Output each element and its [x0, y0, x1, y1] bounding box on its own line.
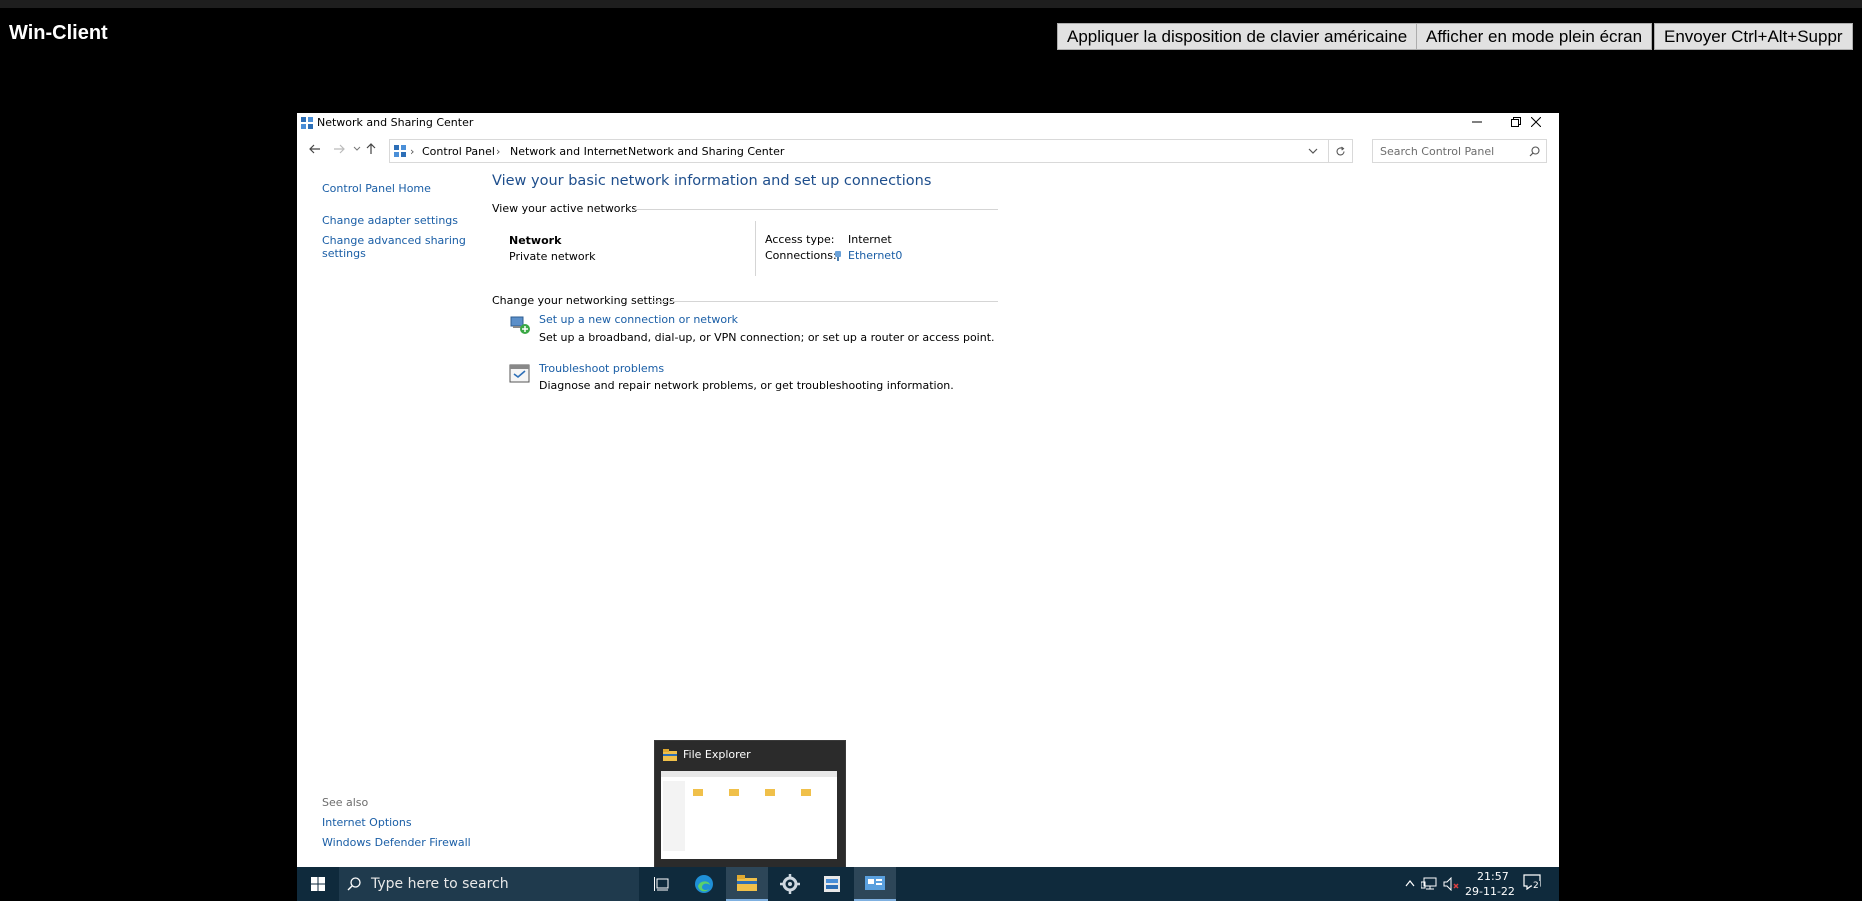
- network-tray-icon[interactable]: [1421, 877, 1437, 891]
- file-explorer-preview[interactable]: File Explorer: [654, 740, 846, 869]
- action-center-button[interactable]: 2: [1523, 874, 1545, 894]
- control-panel-home-link[interactable]: Control Panel Home: [322, 182, 431, 195]
- ethernet0-link[interactable]: Ethernet0: [848, 249, 902, 262]
- active-networks-label: View your active networks: [492, 202, 638, 215]
- control-panel-icon: [301, 117, 313, 129]
- close-button[interactable]: [1516, 113, 1556, 133]
- fullscreen-button[interactable]: Afficher en mode plein écran: [1416, 23, 1653, 50]
- refresh-button[interactable]: [1329, 139, 1353, 163]
- back-arrow-icon[interactable]: [309, 143, 321, 155]
- internet-options-link[interactable]: Internet Options: [322, 816, 412, 829]
- refresh-icon: [1336, 146, 1345, 156]
- breadcrumb-network-sharing[interactable]: Network and Sharing Center: [628, 145, 784, 158]
- network-type[interactable]: Private network: [509, 250, 596, 263]
- chevron-right-icon: ›: [410, 145, 415, 158]
- access-type-label: Access type:: [765, 233, 835, 246]
- start-button[interactable]: [297, 867, 339, 901]
- ethernet-icon: [835, 251, 841, 261]
- chevron-up-icon[interactable]: [1405, 879, 1415, 887]
- setup-new-connection-link[interactable]: Set up a new connection or network: [539, 313, 738, 326]
- minimize-icon: [1472, 121, 1482, 123]
- address-bar[interactable]: › Control Panel › Network and Internet ›…: [389, 139, 1329, 163]
- taskbar-search-box[interactable]: Type here to search: [339, 867, 639, 901]
- troubleshoot-icon: [509, 364, 530, 383]
- preview-title: File Explorer: [683, 748, 751, 761]
- windows-logo-icon: [311, 877, 325, 891]
- close-icon: [1530, 116, 1542, 128]
- minimize-button[interactable]: [1457, 113, 1497, 133]
- breadcrumb-control-panel[interactable]: Control Panel: [422, 145, 495, 158]
- network-name: Network: [509, 234, 562, 247]
- file-explorer-button[interactable]: [726, 867, 768, 901]
- divider: [635, 209, 998, 210]
- network-folder-icon: [824, 876, 840, 892]
- search-control-panel-input[interactable]: Search Control Panel: [1372, 139, 1547, 163]
- vertical-divider: [755, 221, 756, 276]
- task-view-button[interactable]: [641, 867, 683, 901]
- preview-thumbnail: [661, 771, 837, 859]
- breadcrumb-network-internet[interactable]: Network and Internet: [510, 145, 627, 158]
- chevron-down-icon[interactable]: [1308, 148, 1318, 156]
- clock-time[interactable]: 21:57: [1477, 870, 1509, 883]
- network-sharing-center-window: Network and Sharing Center › Control Pan…: [297, 113, 1559, 867]
- page-heading: View your basic network information and …: [492, 173, 932, 189]
- taskbar: Type here to search 21:57 29-11-22 2: [297, 867, 1559, 901]
- folder-icon: [737, 875, 757, 891]
- settings-button[interactable]: [769, 867, 811, 901]
- change-advanced-sharing-link-cont[interactable]: settings: [322, 247, 366, 260]
- window-titlebar: Network and Sharing Center: [297, 113, 1559, 133]
- setup-new-connection-desc: Set up a broadband, dial-up, or VPN conn…: [539, 331, 995, 344]
- windows-defender-firewall-link[interactable]: Windows Defender Firewall: [322, 836, 471, 849]
- control-panel-icon: [394, 145, 406, 157]
- task-view-icon: [654, 877, 669, 891]
- see-also-label: See also: [322, 796, 369, 809]
- control-panel-taskbar-button[interactable]: [811, 867, 853, 901]
- ctrl-alt-del-button[interactable]: Envoyer Ctrl+Alt+Suppr: [1654, 23, 1853, 50]
- up-arrow-icon[interactable]: [365, 143, 377, 155]
- clock-date[interactable]: 29-11-22: [1465, 885, 1515, 898]
- chevron-right-icon: ›: [496, 145, 501, 158]
- gear-icon: [780, 874, 800, 894]
- volume-muted-icon[interactable]: [1443, 877, 1459, 891]
- change-advanced-sharing-link[interactable]: Change advanced sharing: [322, 234, 466, 247]
- app-title: Win-Client: [9, 22, 108, 44]
- recent-dropdown-icon[interactable]: [353, 145, 361, 153]
- window-title: Network and Sharing Center: [317, 116, 474, 129]
- network-center-icon: [865, 876, 885, 890]
- network-sharing-taskbar-button[interactable]: [854, 867, 896, 901]
- forward-arrow-icon[interactable]: [333, 143, 345, 155]
- change-settings-label: Change your networking settings: [492, 294, 675, 307]
- us-keyboard-button[interactable]: Appliquer la disposition de clavier amér…: [1057, 23, 1418, 50]
- access-type-value: Internet: [848, 233, 892, 246]
- new-connection-icon: [510, 316, 530, 334]
- folder-icon: [663, 749, 677, 761]
- divider: [651, 301, 998, 302]
- edge-icon: [695, 875, 713, 893]
- notification-count: 2: [1532, 881, 1540, 891]
- search-icon: [1529, 146, 1540, 157]
- edge-button[interactable]: [683, 867, 725, 901]
- taskbar-search-placeholder: Type here to search: [371, 876, 509, 892]
- top-strip: [0, 0, 1862, 8]
- search-icon: [347, 877, 361, 891]
- chevron-right-icon: ›: [614, 145, 619, 158]
- connections-label: Connections:: [765, 249, 837, 262]
- troubleshoot-problems-desc: Diagnose and repair network problems, or…: [539, 379, 954, 392]
- troubleshoot-problems-link[interactable]: Troubleshoot problems: [539, 362, 664, 375]
- search-placeholder: Search Control Panel: [1380, 145, 1495, 158]
- change-adapter-settings-link[interactable]: Change adapter settings: [322, 214, 458, 227]
